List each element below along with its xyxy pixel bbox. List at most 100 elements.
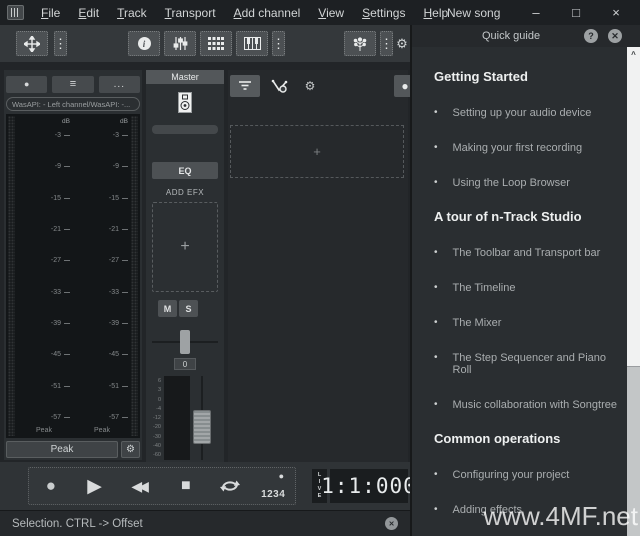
- volume-fader-handle[interactable]: [193, 410, 211, 444]
- move-tool-menu-button[interactable]: ⋮: [54, 31, 67, 56]
- guide-link[interactable]: •The Timeline: [434, 282, 626, 294]
- scrollbar[interactable]: ^: [627, 47, 640, 536]
- scroll-up-icon[interactable]: ^: [627, 47, 640, 62]
- tick-mark: [64, 198, 70, 199]
- songtree-menu-button[interactable]: ⋮: [380, 31, 393, 56]
- bullet-icon: •: [434, 142, 438, 153]
- meter-bar-left: [8, 116, 15, 436]
- record-icon: ●: [46, 476, 56, 496]
- scale-value: -39: [51, 320, 70, 327]
- pan-slider[interactable]: [152, 332, 218, 352]
- mixer-button[interactable]: [164, 31, 196, 56]
- menu-item[interactable]: Add channel: [225, 6, 310, 20]
- tick-mark: [64, 135, 70, 136]
- close-button[interactable]: ×: [596, 0, 636, 25]
- songtree-icon: [352, 36, 368, 52]
- plus-icon: +: [313, 144, 321, 159]
- status-close-icon[interactable]: ✕: [385, 517, 398, 530]
- play-button[interactable]: ▶: [73, 468, 117, 504]
- minimize-button[interactable]: –: [516, 0, 556, 25]
- automation-tool-button[interactable]: [268, 75, 294, 97]
- recording-device-select[interactable]: WasAPI: - Left channel/WasAPI: -...: [6, 97, 140, 111]
- master-output-meter: [164, 376, 190, 460]
- master-channel-strip: Master EQ ADD EFX + M S 0 630-4-12-20-30…: [146, 70, 224, 462]
- meter-bar-right: [131, 116, 138, 436]
- status-bar: Selection. CTRL -> Offset ✕: [0, 510, 410, 536]
- peak-mode-button[interactable]: Peak: [6, 441, 118, 458]
- fader-scale-value: -40: [153, 443, 161, 449]
- views-menu-button[interactable]: ⋮: [272, 31, 285, 56]
- menu-item[interactable]: Track: [108, 6, 156, 20]
- master-volume-strip[interactable]: [152, 125, 218, 134]
- rewind-button[interactable]: ◀◀: [116, 468, 164, 504]
- peak-row: Peak ⚙: [6, 441, 140, 458]
- guide-link[interactable]: •Using the Loop Browser: [434, 177, 626, 189]
- guide-link[interactable]: •The Mixer: [434, 317, 626, 329]
- tick-mark: [122, 323, 128, 324]
- pan-handle[interactable]: [180, 330, 190, 354]
- scale-value: -33: [109, 289, 128, 296]
- meter-settings-button[interactable]: ⚙: [121, 441, 140, 458]
- solo-button[interactable]: S: [179, 300, 198, 317]
- metronome-digits: 1234: [251, 489, 295, 500]
- hamburger-icon: ≡: [70, 79, 76, 90]
- menu-item[interactable]: Edit: [69, 6, 108, 20]
- guide-link[interactable]: •The Step Sequencer and Piano Roll: [434, 352, 626, 376]
- guide-link[interactable]: •The Toolbar and Transport bar: [434, 247, 626, 259]
- section-title: Common operations: [434, 431, 626, 446]
- app-icon: [7, 5, 24, 20]
- bullet-icon: •: [434, 317, 438, 328]
- menu-item[interactable]: File: [32, 6, 69, 20]
- close-icon[interactable]: ✕: [608, 29, 622, 43]
- step-sequencer-button[interactable]: [200, 31, 232, 56]
- mixer-icon: [173, 36, 188, 51]
- tick-mark: [122, 292, 128, 293]
- window-controls: – □ ×: [516, 0, 636, 25]
- tick-mark: [122, 166, 128, 167]
- tick-mark: [64, 260, 70, 261]
- menu-item[interactable]: View: [309, 6, 353, 20]
- eq-button[interactable]: EQ: [152, 162, 218, 179]
- loop-button[interactable]: [208, 468, 252, 504]
- move-tool-button[interactable]: [16, 31, 48, 56]
- section-title: A tour of n-Track Studio: [434, 209, 626, 224]
- guide-link[interactable]: •Setting up your audio device: [434, 107, 626, 119]
- loop-icon: [219, 477, 241, 495]
- guide-link[interactable]: •Configuring your project: [434, 469, 626, 481]
- meter-more-button[interactable]: ...: [99, 76, 140, 93]
- bullet-icon: •: [434, 469, 438, 480]
- time-display[interactable]: 1:1:000: [330, 469, 408, 503]
- metronome-dot-icon: ●: [279, 471, 284, 481]
- meter-scale-right: dB -3-9-15-21-27-33-39-45-51-57 Peak: [76, 118, 128, 434]
- kebab-icon: ⋮: [54, 37, 67, 50]
- help-icon[interactable]: ?: [584, 29, 598, 43]
- info-button[interactable]: i: [128, 31, 160, 56]
- menu-item[interactable]: Settings: [353, 6, 414, 20]
- guide-link[interactable]: •Music collaboration with Songtree: [434, 399, 626, 411]
- metronome-button[interactable]: ● 1234: [251, 468, 295, 504]
- songtree-button[interactable]: [344, 31, 376, 56]
- effects-drop-zone[interactable]: +: [152, 202, 218, 292]
- stop-button[interactable]: ■: [164, 468, 208, 504]
- timeline-settings-button[interactable]: ⚙: [300, 75, 320, 97]
- track-drop-zone[interactable]: +: [230, 125, 404, 178]
- mute-button[interactable]: M: [158, 300, 177, 317]
- master-header[interactable]: Master: [146, 70, 224, 84]
- toolbar-settings-button[interactable]: ⚙: [394, 31, 410, 56]
- record-arm-button[interactable]: ●: [6, 76, 47, 93]
- scale-value: -21: [51, 226, 70, 233]
- record-button[interactable]: ●: [29, 468, 73, 504]
- timeline-view-button[interactable]: [230, 75, 260, 97]
- tick-mark: [64, 386, 70, 387]
- scale-value: -57: [109, 414, 128, 421]
- scrollbar-thumb[interactable]: [627, 62, 640, 367]
- maximize-button[interactable]: □: [556, 0, 596, 25]
- scale-value: -45: [109, 351, 128, 358]
- piano-roll-button[interactable]: [236, 31, 268, 56]
- meter-menu-button[interactable]: ≡: [52, 76, 93, 93]
- scale-value: -9: [113, 163, 128, 170]
- menu-item[interactable]: Transport: [156, 6, 225, 20]
- n-track-studio-window: FileEditTrackTransportAdd channelViewSet…: [0, 0, 640, 536]
- guide-link[interactable]: •Making your first recording: [434, 142, 626, 154]
- bullet-icon: •: [434, 504, 438, 515]
